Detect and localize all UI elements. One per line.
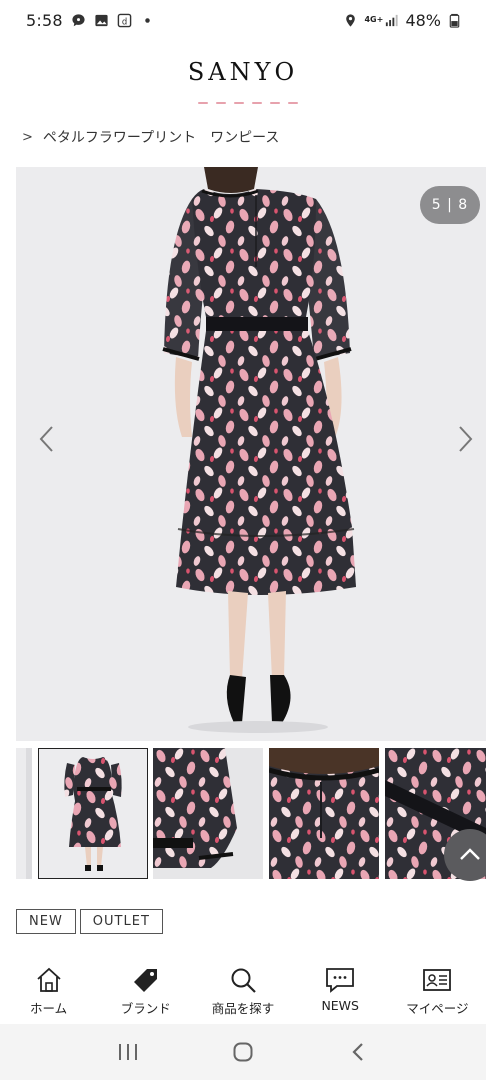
signal-icon	[384, 13, 399, 28]
home-icon	[34, 966, 64, 994]
chevron-left-icon[interactable]	[36, 424, 56, 454]
chevron-up-icon	[459, 846, 481, 865]
status-bar: 5:58 d 4G+ 48%	[0, 0, 486, 40]
breadcrumb-item[interactable]: ペタルフラワープリント ワンピース	[43, 127, 279, 147]
thumbnail-item[interactable]	[153, 748, 263, 879]
nav-mypage[interactable]: マイページ	[389, 960, 486, 1024]
network-label: 4G+	[364, 15, 384, 24]
home-circle-icon[interactable]	[228, 1037, 258, 1067]
chat-bubble-icon	[71, 13, 86, 28]
back-icon[interactable]	[343, 1037, 373, 1067]
d-app-icon: d	[117, 13, 132, 28]
nav-brand[interactable]: ブランド	[97, 960, 194, 1024]
dress-back-photo	[162, 167, 356, 733]
thumbnail-strip[interactable]	[16, 748, 486, 879]
nav-search-label: 商品を探す	[211, 1001, 275, 1016]
nav-home-label: ホーム	[30, 1001, 68, 1016]
svg-text:d: d	[122, 16, 127, 26]
nav-search[interactable]: 商品を探す	[194, 960, 291, 1024]
search-icon	[228, 966, 258, 994]
brand-logo[interactable]: SANYO	[0, 58, 486, 86]
breadcrumb-arrow: >	[22, 129, 33, 145]
nav-mypage-label: マイページ	[406, 1001, 469, 1016]
tag-new: NEW	[16, 909, 76, 934]
location-icon	[343, 13, 358, 28]
thumbnail-item-selected[interactable]	[38, 748, 148, 879]
id-card-icon	[422, 966, 452, 994]
gallery-icon	[94, 13, 109, 28]
product-main-image[interactable]	[16, 167, 486, 741]
image-page-counter: 5 | 8	[420, 186, 480, 224]
nav-home[interactable]: ホーム	[0, 960, 97, 1024]
battery-icon	[447, 13, 462, 28]
dot-icon	[140, 13, 155, 28]
recent-apps-icon[interactable]	[113, 1037, 143, 1067]
product-tags: NEW OUTLET	[16, 909, 163, 934]
news-icon	[325, 966, 355, 994]
thumbnail-item[interactable]	[16, 748, 32, 879]
nav-news[interactable]: NEWS	[292, 960, 389, 1024]
breadcrumb: > ペタルフラワープリント ワンピース	[22, 127, 279, 147]
nav-news-label: NEWS	[321, 998, 359, 1013]
logo-underline-decoration	[198, 102, 298, 108]
nav-brand-label: ブランド	[120, 1001, 171, 1016]
battery-percent: 48%	[405, 10, 441, 30]
tag-icon	[131, 966, 161, 994]
chevron-right-icon[interactable]	[456, 424, 476, 454]
tag-outlet: OUTLET	[79, 909, 163, 934]
thumbnail-item[interactable]	[269, 748, 379, 879]
system-navigation-bar	[0, 1024, 486, 1080]
status-time: 5:58	[26, 10, 63, 30]
bottom-navigation: ホーム ブランド 商品を探す NEWS マイページ	[0, 960, 486, 1024]
